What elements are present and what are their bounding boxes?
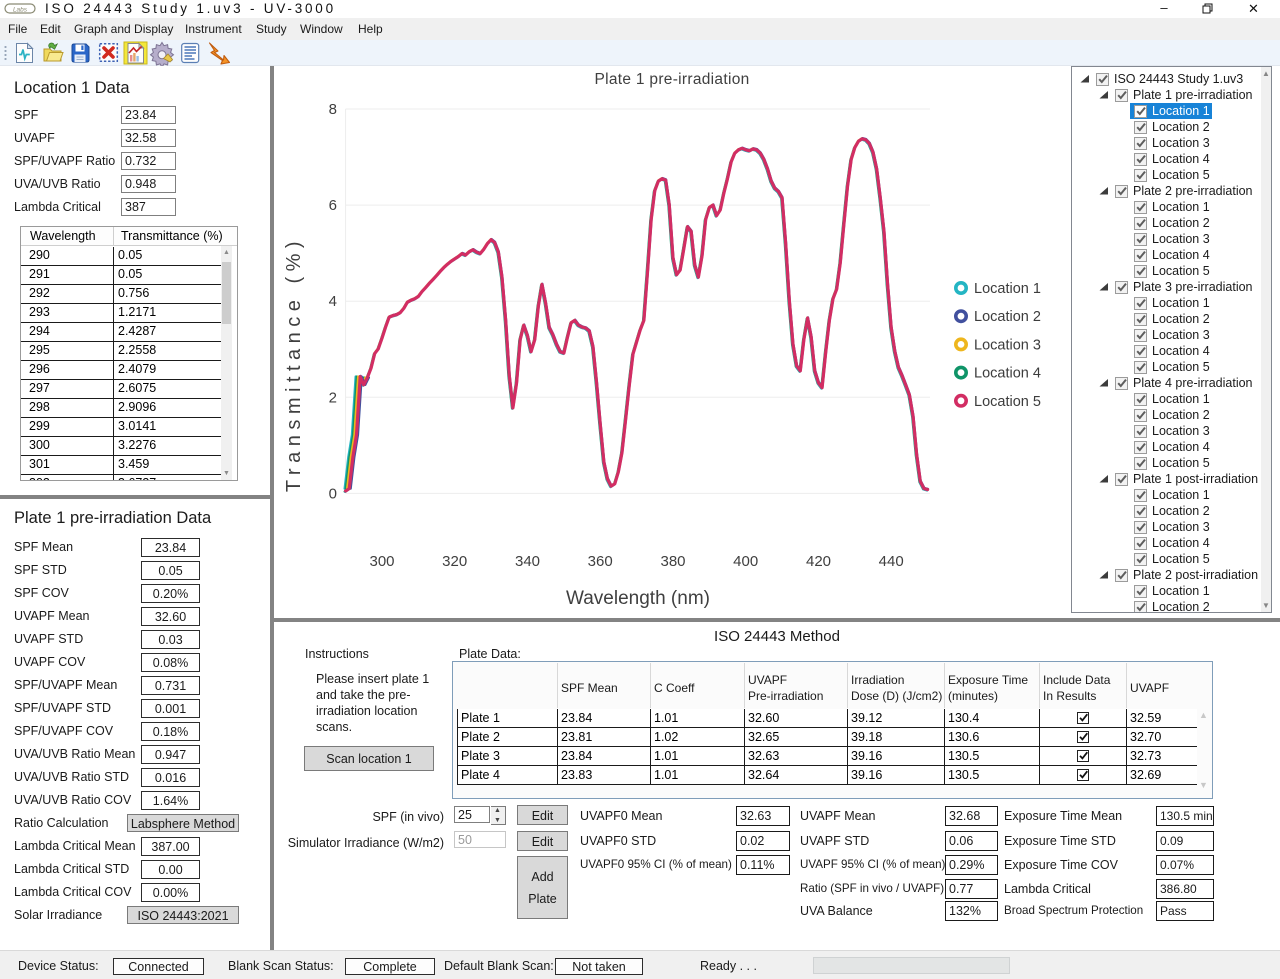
svg-text:2: 2 bbox=[329, 389, 337, 406]
svg-text:Location 4: Location 4 bbox=[974, 366, 1041, 382]
svg-text:Transmittance (%): Transmittance (%) bbox=[283, 236, 305, 492]
svg-text:0: 0 bbox=[329, 485, 337, 502]
svg-text:400: 400 bbox=[733, 553, 758, 570]
svg-text:8: 8 bbox=[329, 101, 337, 118]
svg-text:4: 4 bbox=[329, 293, 337, 310]
svg-text:360: 360 bbox=[588, 553, 613, 570]
svg-text:Location 3: Location 3 bbox=[974, 337, 1041, 353]
svg-text:Wavelength (nm): Wavelength (nm) bbox=[566, 588, 710, 609]
svg-text:320: 320 bbox=[442, 553, 467, 570]
svg-text:300: 300 bbox=[369, 553, 394, 570]
svg-text:380: 380 bbox=[660, 553, 685, 570]
svg-text:340: 340 bbox=[515, 553, 540, 570]
svg-text:Location 2: Location 2 bbox=[974, 309, 1041, 325]
svg-text:Plate 1 pre-irradiation: Plate 1 pre-irradiation bbox=[594, 71, 749, 88]
svg-text:440: 440 bbox=[879, 553, 904, 570]
svg-text:420: 420 bbox=[806, 553, 831, 570]
svg-text:6: 6 bbox=[329, 197, 337, 214]
svg-text:Labs: Labs bbox=[13, 7, 28, 14]
svg-text:Location 5: Location 5 bbox=[974, 394, 1041, 410]
svg-text:Location 1: Location 1 bbox=[974, 281, 1041, 297]
